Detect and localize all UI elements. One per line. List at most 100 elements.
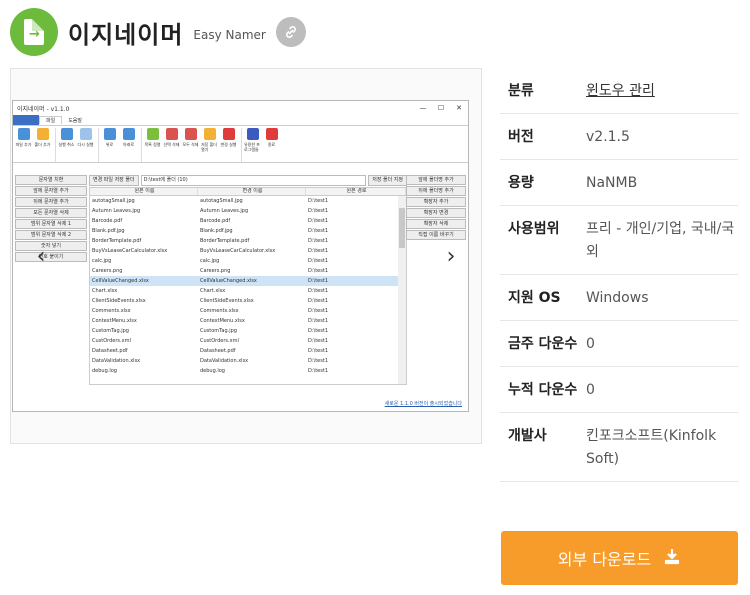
table-row: autotagSmall.jpg autotagSmall.jpg D:\test1: [90, 196, 406, 206]
panel-button: 확장자 추가: [406, 197, 466, 207]
info-row: 누적 다운수 0: [500, 367, 738, 413]
ribbon-icon: [165, 128, 178, 140]
table-cell: D:\test1: [308, 328, 329, 334]
table-cell: D:\test1: [308, 218, 329, 224]
ribbon-toolbar: 파일 추가 폴더 추가 실행 취소 다시 실행 위로 아래로 목록 정렬 선택 삭제 모두 삭제…: [13, 125, 468, 163]
table-cell: Chart.xlsx: [200, 288, 226, 294]
ribbon-label: 종료: [267, 142, 276, 147]
table-cell: BuyVsLeaseCarCalculator.xlsx: [92, 248, 168, 254]
table-cell: D:\test1: [308, 288, 329, 294]
table-cell: Careers.png: [92, 268, 123, 274]
status-link: 새로운 1.1.0 버전이 출시되었습니다: [384, 401, 462, 407]
app-screenshot: 이지네이머 - v1.1.0 — ☐ ✕ 파일 도움말 파일 추가 폴더 추가 실행 취…: [12, 100, 469, 412]
info-row: 분류 윈도우 관리: [500, 68, 738, 114]
table-cell: D:\test1: [308, 338, 329, 344]
ribbon-label: 모두 삭제: [182, 142, 199, 147]
ribbon-label: 파일 추가: [15, 142, 32, 147]
info-row: 개발사 킨포크소프트(Kinfolk Soft): [500, 413, 738, 482]
category-link[interactable]: 윈도우 관리: [586, 80, 738, 103]
info-key: 누적 다운수: [508, 382, 578, 398]
panel-button: 모든 문자열 삭제: [15, 208, 87, 218]
path-value: D:\test에 폴더 (10): [140, 175, 367, 186]
info-value: Windows: [586, 290, 649, 306]
table-cell: D:\test1: [308, 228, 329, 234]
info-value: 프리 - 개인/기업, 국내/국외: [586, 221, 735, 260]
chevron-left-icon[interactable]: ‹: [30, 246, 52, 268]
ribbon-label: 선택 삭제: [163, 142, 180, 147]
table-cell: ContextMenu.xlsx: [92, 318, 137, 324]
info-row: 버전 v2.1.5: [500, 114, 738, 160]
info-key: 분류: [508, 83, 534, 99]
table-cell: D:\test1: [308, 318, 329, 324]
page-title: 이지네이머: [68, 20, 184, 49]
ribbon-label: 목록 정렬: [144, 142, 161, 147]
ribbon-label: 저장 폴더 열기: [201, 142, 217, 152]
chevron-right-icon[interactable]: ›: [440, 246, 462, 268]
ribbon-button: 위로: [101, 128, 118, 147]
table-cell: D:\test1: [308, 358, 329, 364]
table-cell: D:\test1: [308, 368, 329, 374]
table-row: CustOrders.xml CustOrders.xml D:\test1: [90, 336, 406, 346]
table-row: Chart.xlsx Chart.xlsx D:\test1: [90, 286, 406, 296]
info-key: 용량: [508, 175, 534, 191]
ribbon-icon: [17, 128, 30, 140]
column-header: 원본 경로: [306, 188, 406, 195]
ribbon-icon: [122, 128, 135, 140]
table-cell: D:\test1: [308, 308, 329, 314]
info-key: 개발사: [508, 428, 547, 444]
table-cell: D:\test1: [308, 278, 329, 284]
path-label: 변경 파일 저장 폴더: [89, 175, 139, 186]
table-cell: debug.log: [200, 368, 225, 374]
panel-button: 범위 문자열 삭제 1: [15, 219, 87, 229]
panel-button: 직접 이름 바꾸기: [406, 230, 466, 240]
table-row: Blank.pdf.jpg Blank.pdf.jpg D:\test1: [90, 226, 406, 236]
table-cell: autotagSmall.jpg: [92, 198, 135, 204]
ribbon-button: 유용한 프로그램들: [244, 128, 261, 152]
table-cell: D:\test1: [308, 208, 329, 214]
info-key: 사용범위: [508, 221, 560, 237]
panel-button: 뒤에 문자열 추가: [15, 197, 87, 207]
ribbon-button: 폴더 추가: [34, 128, 51, 147]
ribbon-button: 선택 삭제: [163, 128, 180, 147]
table-cell: Blank.pdf.jpg: [92, 228, 125, 234]
table-row: DataValidation.xlsx DataValidation.xlsx D:…: [90, 356, 406, 366]
download-icon: [663, 547, 681, 570]
page-header: → 이지네이머 Easy Namer: [10, 8, 306, 56]
table-cell: ClientSideEvents.xlsx: [200, 298, 254, 304]
table-cell: D:\test1: [308, 298, 329, 304]
info-value: v2.1.5: [586, 129, 630, 145]
ribbon-icon: [246, 128, 259, 140]
ribbon-button: 목록 정렬: [144, 128, 161, 147]
table-cell: Datasheet.pdf: [200, 348, 236, 354]
table-cell: calc.jpg: [92, 258, 112, 264]
info-value: 0: [586, 382, 595, 398]
ribbon-button: 모두 삭제: [182, 128, 199, 147]
table-cell: ContextMenu.xlsx: [200, 318, 245, 324]
table-cell: Datasheet.pdf: [92, 348, 128, 354]
table-cell: Comments.xlsx: [200, 308, 239, 314]
app-logo-icon: →: [10, 8, 58, 56]
panel-button: 앞에 문자열 추가: [15, 186, 87, 196]
table-row: Careers.png Careers.png D:\test1: [90, 266, 406, 276]
table-cell: calc.jpg: [200, 258, 220, 264]
ribbon-icon: [203, 128, 216, 140]
path-button: 저장 폴더 지정: [368, 175, 407, 186]
table-cell: Autumn Leaves.jpg: [92, 208, 141, 214]
ribbon-icon: [103, 128, 116, 140]
tab-help: 도움말: [68, 117, 83, 124]
table-cell: D:\test1: [308, 238, 329, 244]
ribbon-label: 다시 실행: [77, 142, 94, 147]
ribbon-icon: [60, 128, 73, 140]
table-cell: BorderTemplate.pdf: [200, 238, 250, 244]
table-cell: D:\test1: [308, 268, 329, 274]
download-button[interactable]: 외부 다운로드: [501, 531, 738, 585]
ribbon-button: 실행 취소: [58, 128, 75, 147]
link-icon[interactable]: [275, 17, 306, 47]
panel-button: 문자열 치환: [15, 175, 87, 185]
table-row: Autumn Leaves.jpg Autumn Leaves.jpg D:\tes…: [90, 206, 406, 216]
column-header: 변경 이름: [198, 188, 306, 195]
info-key: 금주 다운수: [508, 336, 578, 352]
info-table: 분류 윈도우 관리 버전 v2.1.5 용량 NaNMB 사용범위 프리 - 개인/기업, 국…: [500, 68, 738, 482]
ribbon-icon: [265, 128, 278, 140]
panel-button: 앞에 폴더명 추가: [406, 175, 466, 185]
